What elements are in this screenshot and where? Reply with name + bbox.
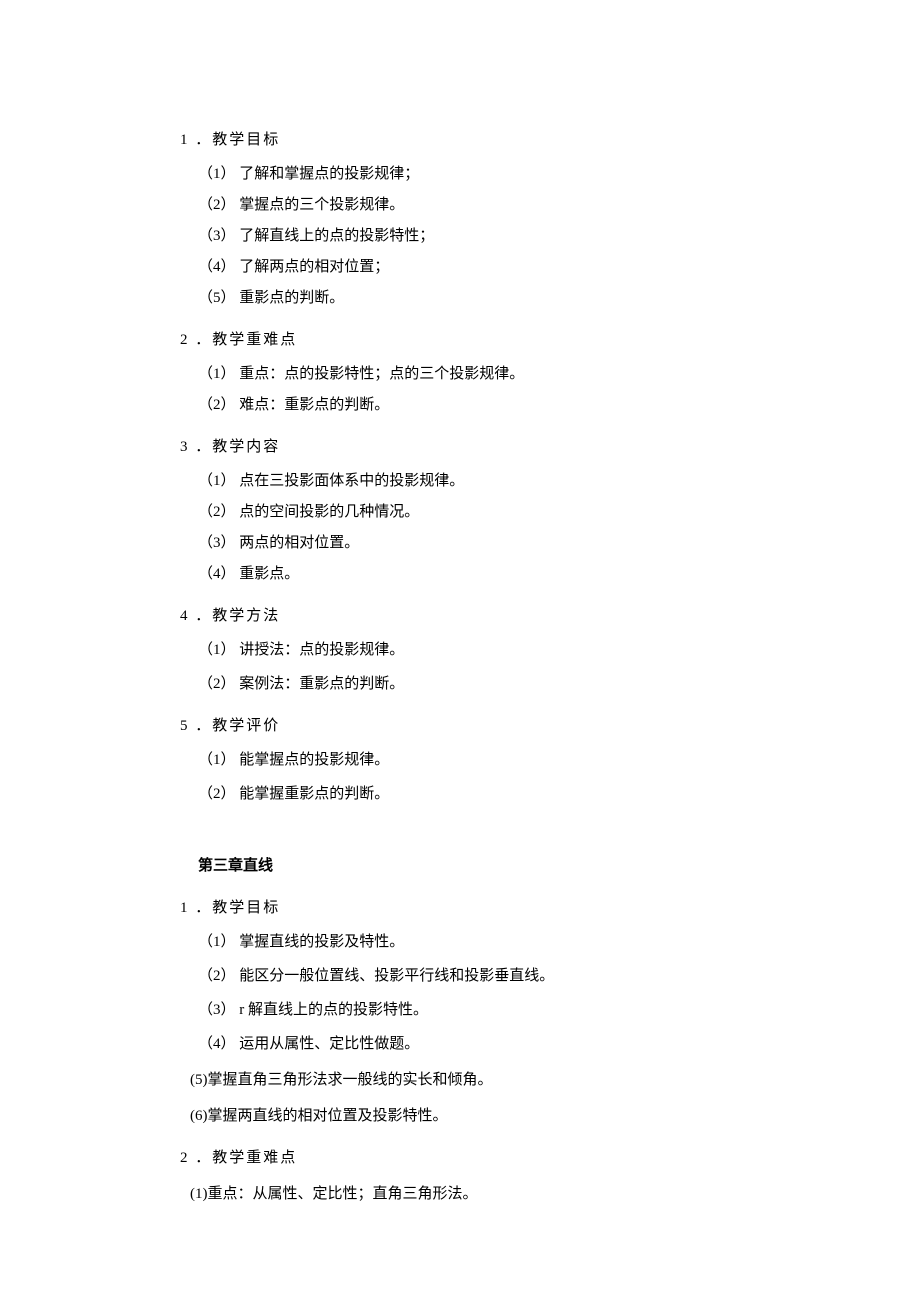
section-group: 1 ．教学目标 （1） 掌握直线的投影及特性。 （2） 能区分一般位置线、投影平… — [180, 896, 750, 1128]
list-item: （1） 掌握直线的投影及特性。 — [180, 930, 750, 954]
list-item: （5） 重影点的判断。 — [180, 286, 750, 310]
list-item: （1） 点在三投影面体系中的投影规律。 — [180, 469, 750, 493]
list-item: （2） 案例法：重影点的判断。 — [180, 672, 750, 696]
list-item: （4） 了解两点的相对位置； — [180, 255, 750, 279]
list-item: （3） 了解直线上的点的投影特性； — [180, 224, 750, 248]
section-heading: 3 ．教学内容 — [180, 435, 750, 459]
list-item: （2） 能掌握重影点的判断。 — [180, 782, 750, 806]
list-item: （1） 能掌握点的投影规律。 — [180, 748, 750, 772]
section-heading: 4 ．教学方法 — [180, 604, 750, 628]
list-item: （1） 了解和掌握点的投影规律； — [180, 162, 750, 186]
list-item: （2） 点的空间投影的几种情况。 — [180, 500, 750, 524]
list-item: （2） 难点：重影点的判断。 — [180, 393, 750, 417]
list-item: （2） 掌握点的三个投影规律。 — [180, 193, 750, 217]
list-item: (5)掌握直角三角形法求一般线的实长和倾角。 — [180, 1068, 750, 1092]
list-item: （1） 讲授法：点的投影规律。 — [180, 638, 750, 662]
list-item: （4） 运用从属性、定比性做题。 — [180, 1032, 750, 1056]
section-group: 2 ．教学重难点 （1） 重点：点的投影特性；点的三个投影规律。 （2） 难点：… — [180, 328, 750, 417]
section-group: 5 ．教学评价 （1） 能掌握点的投影规律。 （2） 能掌握重影点的判断。 — [180, 714, 750, 806]
list-item: （2） 能区分一般位置线、投影平行线和投影垂直线。 — [180, 964, 750, 988]
section-heading: 1 ．教学目标 — [180, 896, 750, 920]
list-item: （3） r 解直线上的点的投影特性。 — [180, 998, 750, 1022]
section-heading: 5 ．教学评价 — [180, 714, 750, 738]
section-group: 4 ．教学方法 （1） 讲授法：点的投影规律。 （2） 案例法：重影点的判断。 — [180, 604, 750, 696]
list-item: (1)重点：从属性、定比性；直角三角形法。 — [180, 1182, 750, 1206]
chapter-title: 第三章直线 — [180, 854, 750, 878]
list-item: （4） 重影点。 — [180, 562, 750, 586]
section-heading: 2 ．教学重难点 — [180, 328, 750, 352]
list-item: （1） 重点：点的投影特性；点的三个投影规律。 — [180, 362, 750, 386]
list-item: (6)掌握两直线的相对位置及投影特性。 — [180, 1104, 750, 1128]
section-group: 1 ．教学目标 （1） 了解和掌握点的投影规律； （2） 掌握点的三个投影规律。… — [180, 128, 750, 310]
section-group: 2 ．教学重难点 (1)重点：从属性、定比性；直角三角形法。 — [180, 1146, 750, 1206]
section-group: 3 ．教学内容 （1） 点在三投影面体系中的投影规律。 （2） 点的空间投影的几… — [180, 435, 750, 586]
list-item: （3） 两点的相对位置。 — [180, 531, 750, 555]
section-heading: 1 ．教学目标 — [180, 128, 750, 152]
section-heading: 2 ．教学重难点 — [180, 1146, 750, 1170]
